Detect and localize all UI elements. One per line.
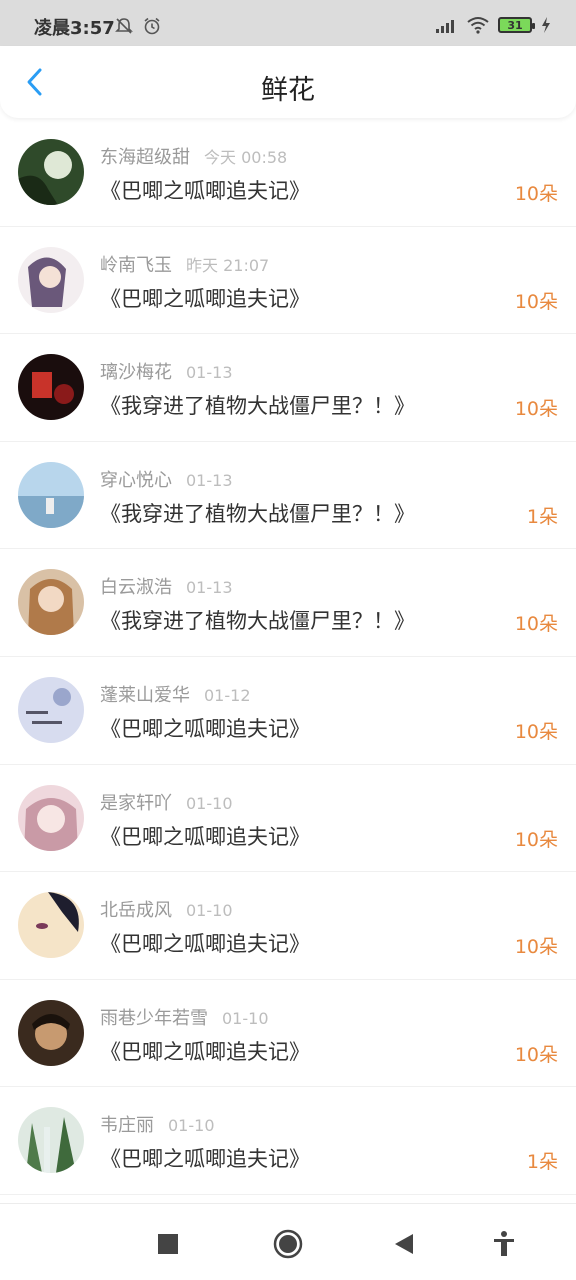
home-button[interactable] xyxy=(272,1228,304,1260)
book-title: 《巴唧之呱唧追夫记》 xyxy=(100,1147,310,1172)
sender-name: 雨巷少年若雪 01-10 xyxy=(100,1007,269,1029)
sender-name: 白云淑浩 01-13 xyxy=(100,577,233,599)
flower-count: 10朵 xyxy=(514,290,558,313)
list-item[interactable]: 穿心悦心 01-13 《我穿进了植物大战僵尸里？！》 1朵 xyxy=(0,442,576,550)
avatar[interactable] xyxy=(18,569,84,636)
send-time: 01-10 xyxy=(186,793,233,813)
avatar[interactable] xyxy=(18,784,84,851)
send-time: 01-13 xyxy=(186,470,233,490)
flower-count: 1朵 xyxy=(526,505,558,528)
signal-icon xyxy=(436,20,454,33)
avatar[interactable] xyxy=(18,999,84,1066)
list-item[interactable]: 璃沙梅花 01-13 《我穿进了植物大战僵尸里？！》 10朵 xyxy=(0,334,576,442)
sender-name: 北岳成风 01-10 xyxy=(100,900,233,922)
avatar[interactable] xyxy=(18,1107,84,1174)
avatar[interactable] xyxy=(18,139,84,205)
flower-list: 东海超级甜 今天 00:58 《巴唧之呱唧追夫记》 10朵 岭南飞玉 昨天 21:0… xyxy=(0,119,576,1195)
book-title: 《巴唧之呱唧追夫记》 xyxy=(100,179,310,203)
bell-muted-icon xyxy=(115,18,133,34)
list-item[interactable]: 北岳成风 01-10 《巴唧之呱唧追夫记》 10朵 xyxy=(0,872,576,980)
book-title: 《巴唧之呱唧追夫记》 xyxy=(100,824,310,849)
book-title: 《我穿进了植物大战僵尸里？！》 xyxy=(100,394,415,419)
sender-name: 蓬莱山爱华 01-12 xyxy=(100,684,251,706)
charging-icon xyxy=(542,17,550,33)
flower-count: 10朵 xyxy=(514,1043,558,1066)
book-title: 《我穿进了植物大战僵尸里？！》 xyxy=(100,609,415,634)
sender-name: 韦庄丽 01-10 xyxy=(100,1115,215,1137)
system-navigation-bar xyxy=(0,1203,576,1280)
alarm-icon xyxy=(144,17,160,35)
square-icon xyxy=(158,1234,178,1254)
list-item[interactable]: 是家轩吖 01-10 《巴唧之呱唧追夫记》 10朵 xyxy=(0,765,576,873)
battery-icon: 31 xyxy=(498,17,535,33)
list-item[interactable]: 岭南飞玉 昨天 21:07 《巴唧之呱唧追夫记》 10朵 xyxy=(0,227,576,335)
avatar[interactable] xyxy=(18,354,84,421)
list-item[interactable]: 白云淑浩 01-13 《我穿进了植物大战僵尸里？！》 10朵 xyxy=(0,549,576,657)
sender-name: 岭南飞玉 昨天 21:07 xyxy=(100,254,270,276)
list-item[interactable]: 雨巷少年若雪 01-10 《巴唧之呱唧追夫记》 10朵 xyxy=(0,980,576,1088)
list-item[interactable]: 东海超级甜 今天 00:58 《巴唧之呱唧追夫记》 10朵 xyxy=(0,119,576,227)
flower-count: 10朵 xyxy=(514,936,558,959)
sender-name: 璃沙梅花 01-13 xyxy=(100,362,233,384)
avatar[interactable] xyxy=(18,246,84,313)
wifi-icon xyxy=(467,17,489,34)
status-time: 凌晨3:57 xyxy=(34,18,115,39)
sender-name: 穿心悦心 01-13 xyxy=(100,469,233,491)
book-title: 《巴唧之呱唧追夫记》 xyxy=(100,286,310,311)
avatar[interactable] xyxy=(18,892,84,959)
status-icons xyxy=(114,16,162,36)
send-time: 01-13 xyxy=(186,363,233,383)
flower-count: 10朵 xyxy=(514,613,558,636)
flower-count: 10朵 xyxy=(514,183,558,205)
status-right: 31 xyxy=(436,16,552,34)
back-nav-button[interactable] xyxy=(388,1228,420,1260)
list-item[interactable]: 蓬莱山爱华 01-12 《巴唧之呱唧追夫记》 10朵 xyxy=(0,657,576,765)
send-time: 01-10 xyxy=(168,1116,215,1136)
page-title: 鲜花 xyxy=(261,75,315,106)
send-time: 今天 00:58 xyxy=(204,148,288,167)
book-title: 《巴唧之呱唧追夫记》 xyxy=(100,932,310,957)
status-bar: 凌晨3:57 31 xyxy=(0,0,576,46)
send-time: 01-12 xyxy=(204,685,251,705)
send-time: 昨天 21:07 xyxy=(186,255,270,275)
accessibility-icon xyxy=(494,1231,514,1256)
send-time: 01-13 xyxy=(186,578,233,598)
book-title: 《我穿进了植物大战僵尸里？！》 xyxy=(100,501,415,526)
recents-button[interactable] xyxy=(152,1228,184,1260)
send-time: 01-10 xyxy=(186,901,233,921)
flower-count: 10朵 xyxy=(514,398,558,421)
avatar[interactable] xyxy=(18,461,84,528)
accessibility-button[interactable] xyxy=(488,1228,520,1260)
navbar: 鲜花 xyxy=(0,46,576,118)
send-time: 01-10 xyxy=(222,1008,269,1028)
flower-count: 1朵 xyxy=(526,1151,558,1174)
list-item[interactable]: 韦庄丽 01-10 《巴唧之呱唧追夫记》 1朵 xyxy=(0,1087,576,1195)
triangle-back-icon xyxy=(395,1234,413,1254)
flower-count: 10朵 xyxy=(514,828,558,851)
book-title: 《巴唧之呱唧追夫记》 xyxy=(100,1039,310,1064)
sender-name: 是家轩吖 01-10 xyxy=(100,792,233,814)
book-title: 《巴唧之呱唧追夫记》 xyxy=(100,716,310,741)
sender-name: 东海超级甜 今天 00:58 xyxy=(100,147,288,168)
avatar[interactable] xyxy=(18,676,84,743)
flower-count: 10朵 xyxy=(514,720,558,743)
circle-home-icon xyxy=(273,1229,303,1259)
